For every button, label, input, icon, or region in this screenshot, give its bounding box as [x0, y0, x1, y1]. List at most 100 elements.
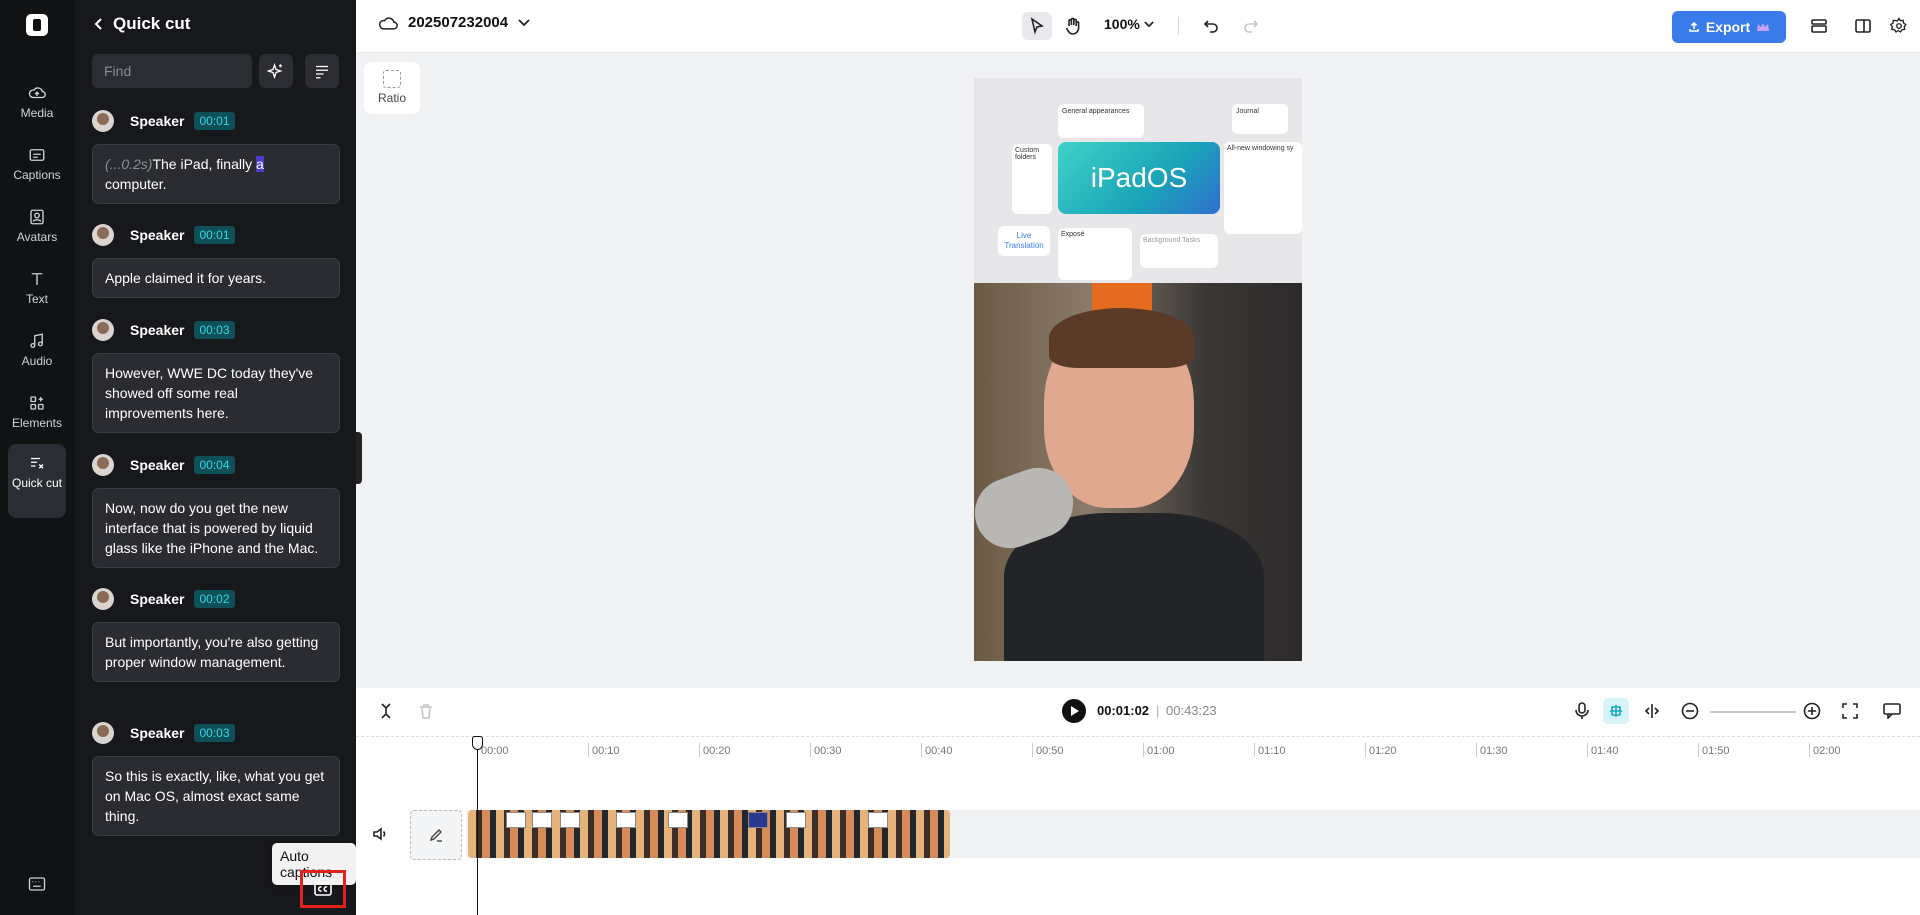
segment-header: Speaker 00:01 — [92, 222, 340, 248]
export-button[interactable]: Export — [1672, 11, 1786, 43]
card-text: General appearances — [1062, 108, 1130, 115]
ai-sparkle-button[interactable] — [259, 54, 293, 88]
highlighted-word[interactable]: a — [255, 156, 264, 172]
divider — [1178, 17, 1179, 35]
playhead-line[interactable] — [477, 736, 478, 915]
snap-toggle-button[interactable] — [1603, 698, 1629, 724]
link-clips-button[interactable] — [1642, 701, 1662, 721]
timeline[interactable]: 00:00 00:10 00:20 00:30 00:40 00:50 01:0… — [356, 736, 1920, 915]
card-general: General appearances — [1058, 104, 1144, 138]
segment-duration-badge: 00:01 — [194, 112, 235, 130]
segment-duration-badge: 00:01 — [194, 226, 235, 244]
rail-audio[interactable]: Audio — [8, 322, 66, 378]
segment-text-part: computer. — [105, 176, 167, 192]
feedback-button[interactable] — [1882, 701, 1902, 721]
video-clip[interactable] — [468, 810, 950, 858]
zoom-value: 100% — [1104, 16, 1140, 32]
track-edit-button[interactable] — [410, 810, 462, 860]
playhead-handle[interactable] — [472, 736, 483, 750]
card-windowing: All-new windowing sy — [1224, 142, 1302, 234]
hand-tool-button[interactable] — [1058, 12, 1088, 40]
ruler-tick: 00:50 — [1032, 743, 1064, 757]
fit-timeline-button[interactable] — [1840, 701, 1860, 721]
ruler-tick: 00:30 — [810, 743, 842, 757]
rail-label: Quick cut — [11, 476, 62, 490]
transcript-segment[interactable]: Speaker 00:04 Now, now do you get the ne… — [92, 452, 340, 568]
segment-duration-badge: 00:03 — [194, 321, 235, 339]
panel-header[interactable]: Quick cut — [93, 14, 190, 34]
app-logo[interactable] — [26, 14, 48, 36]
zoom-dropdown[interactable]: 100% — [1104, 16, 1154, 32]
project-name: 202507232004 — [408, 14, 509, 31]
ratio-button[interactable]: Ratio — [364, 62, 420, 114]
split-link-icon — [1644, 704, 1660, 718]
ipados-banner: iPadOS — [1058, 142, 1220, 214]
fullscreen-icon — [1842, 703, 1858, 719]
select-tool-button[interactable] — [1022, 12, 1052, 40]
segment-text[interactable]: Apple claimed it for years. — [92, 258, 340, 298]
card-journal: Journal — [1232, 104, 1288, 134]
keyboard-icon[interactable] — [28, 876, 46, 892]
delete-button[interactable] — [416, 701, 436, 721]
rail-elements[interactable]: Elements — [8, 384, 66, 440]
speaker-avatar — [92, 722, 114, 744]
text-icon — [31, 273, 43, 285]
segment-text[interactable]: So this is exactly, like, what you get o… — [92, 756, 340, 836]
video-preview[interactable]: General appearances Journal Custom folde… — [974, 78, 1302, 661]
redo-button[interactable] — [1236, 12, 1266, 40]
segment-text[interactable]: However, WWE DC today they've showed off… — [92, 353, 340, 433]
auto-captions-button[interactable] — [300, 870, 346, 908]
rail-quick-cut[interactable]: Quick cut — [8, 444, 66, 518]
sparkle-icon — [267, 62, 283, 80]
zoom-out-button[interactable] — [1680, 701, 1700, 721]
project-title[interactable]: 202507232004 — [378, 14, 530, 31]
card-custom-folders: Custom folders — [1012, 144, 1052, 214]
speaker-name: Speaker — [130, 113, 185, 129]
track-mute-button[interactable] — [370, 824, 390, 844]
segment-text[interactable]: Now, now do you get the new interface th… — [92, 488, 340, 568]
panel-collapse-handle[interactable] — [356, 432, 362, 484]
split-icon — [381, 703, 391, 719]
clip-thumbnail — [868, 812, 888, 828]
ruler-tick: 01:40 — [1587, 743, 1619, 757]
rail-captions[interactable]: Captions — [8, 136, 66, 192]
segment-text[interactable]: (...0.2s)The iPad, finally a computer. — [92, 144, 340, 204]
rail-label: Captions — [13, 168, 61, 182]
undo-button[interactable] — [1196, 12, 1226, 40]
chevron-down-icon[interactable] — [518, 18, 530, 27]
timeline-ruler[interactable]: 00:00 00:10 00:20 00:30 00:40 00:50 01:0… — [356, 736, 1920, 759]
left-rail: Media Captions Avatars Text Audio Elemen… — [0, 0, 76, 915]
transcript-segment[interactable]: Speaker 00:01 (...0.2s)The iPad, finally… — [92, 108, 340, 204]
zoom-slider[interactable] — [1710, 711, 1796, 713]
music-icon — [30, 333, 43, 349]
export-label: Export — [1705, 19, 1751, 35]
video-slide-area: General appearances Journal Custom folde… — [974, 78, 1302, 283]
chevron-left-icon[interactable] — [93, 17, 105, 31]
settings-button[interactable] — [1884, 12, 1914, 40]
record-voice-button[interactable] — [1572, 701, 1592, 721]
rail-text[interactable]: Text — [8, 260, 66, 316]
ruler-tick: 01:20 — [1365, 743, 1397, 757]
rail-media[interactable]: Media — [8, 74, 66, 130]
filter-button[interactable] — [305, 54, 339, 88]
zoom-in-button[interactable] — [1802, 701, 1822, 721]
segment-text[interactable]: But importantly, you're also getting pro… — [92, 622, 340, 682]
rail-label: Elements — [11, 416, 63, 430]
segment-header: Speaker 00:01 — [92, 108, 340, 134]
segment-duration-badge: 00:02 — [194, 590, 235, 608]
find-input[interactable] — [92, 54, 252, 88]
card-text: Custom folders — [1015, 147, 1040, 161]
play-button[interactable] — [1062, 699, 1086, 723]
ruler-tick: 00:40 — [921, 743, 953, 757]
transcript-segment[interactable]: Speaker 00:03 However, WWE DC today they… — [92, 317, 340, 433]
rail-avatars[interactable]: Avatars — [8, 198, 66, 254]
panel-toggle-button[interactable] — [1848, 12, 1878, 40]
clip-thumbnail — [506, 812, 526, 828]
split-button[interactable] — [376, 701, 396, 721]
speaker-avatar — [92, 224, 114, 246]
layers-button[interactable] — [1804, 12, 1834, 40]
transcript-segment[interactable]: Speaker 00:02 But importantly, you're al… — [92, 586, 340, 682]
transcript-segment[interactable]: Speaker 00:01 Apple claimed it for years… — [92, 222, 340, 298]
rail-label: Audio — [21, 354, 53, 368]
transcript-segment[interactable]: Speaker 00:03 So this is exactly, like, … — [92, 720, 340, 836]
